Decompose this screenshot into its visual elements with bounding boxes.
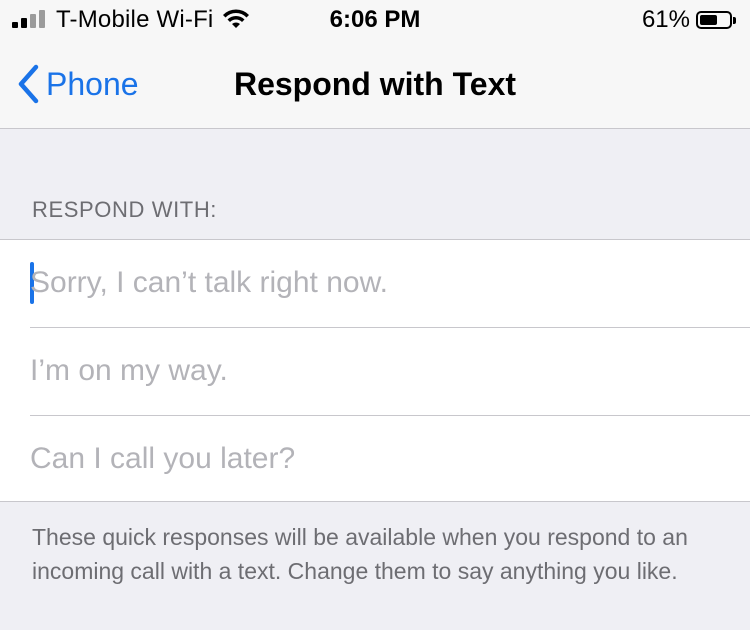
top-bar: T-Mobile Wi-Fi 6:06 PM 61% Phone Respond… <box>0 0 750 129</box>
status-bar: T-Mobile Wi-Fi 6:06 PM 61% <box>0 0 750 40</box>
page-title: Respond with Text <box>233 66 517 102</box>
screen: T-Mobile Wi-Fi 6:06 PM 61% Phone Respond… <box>0 0 750 630</box>
responses-list: Sorry, I can’t talk right now. I’m on my… <box>0 239 750 502</box>
response-field-1[interactable]: Sorry, I can’t talk right now. <box>30 266 388 300</box>
battery-fill <box>700 15 717 25</box>
response-row[interactable]: I’m on my way. <box>0 328 750 416</box>
response-row[interactable]: Can I call you later? <box>0 416 750 504</box>
status-right: 61% <box>641 6 736 34</box>
response-field-3[interactable]: Can I call you later? <box>30 442 295 476</box>
status-time: 6:06 PM <box>329 6 421 33</box>
response-row[interactable]: Sorry, I can’t talk right now. <box>0 240 750 328</box>
battery-icon <box>696 11 736 29</box>
response-field-2[interactable]: I’m on my way. <box>30 354 228 388</box>
battery-nub <box>733 17 736 24</box>
footer-note: These quick responses will be available … <box>32 524 688 584</box>
battery-percent: 61% <box>641 6 690 33</box>
navigation-bar: Phone Respond with Text <box>0 50 750 120</box>
section-header: RESPOND WITH: <box>32 197 218 222</box>
